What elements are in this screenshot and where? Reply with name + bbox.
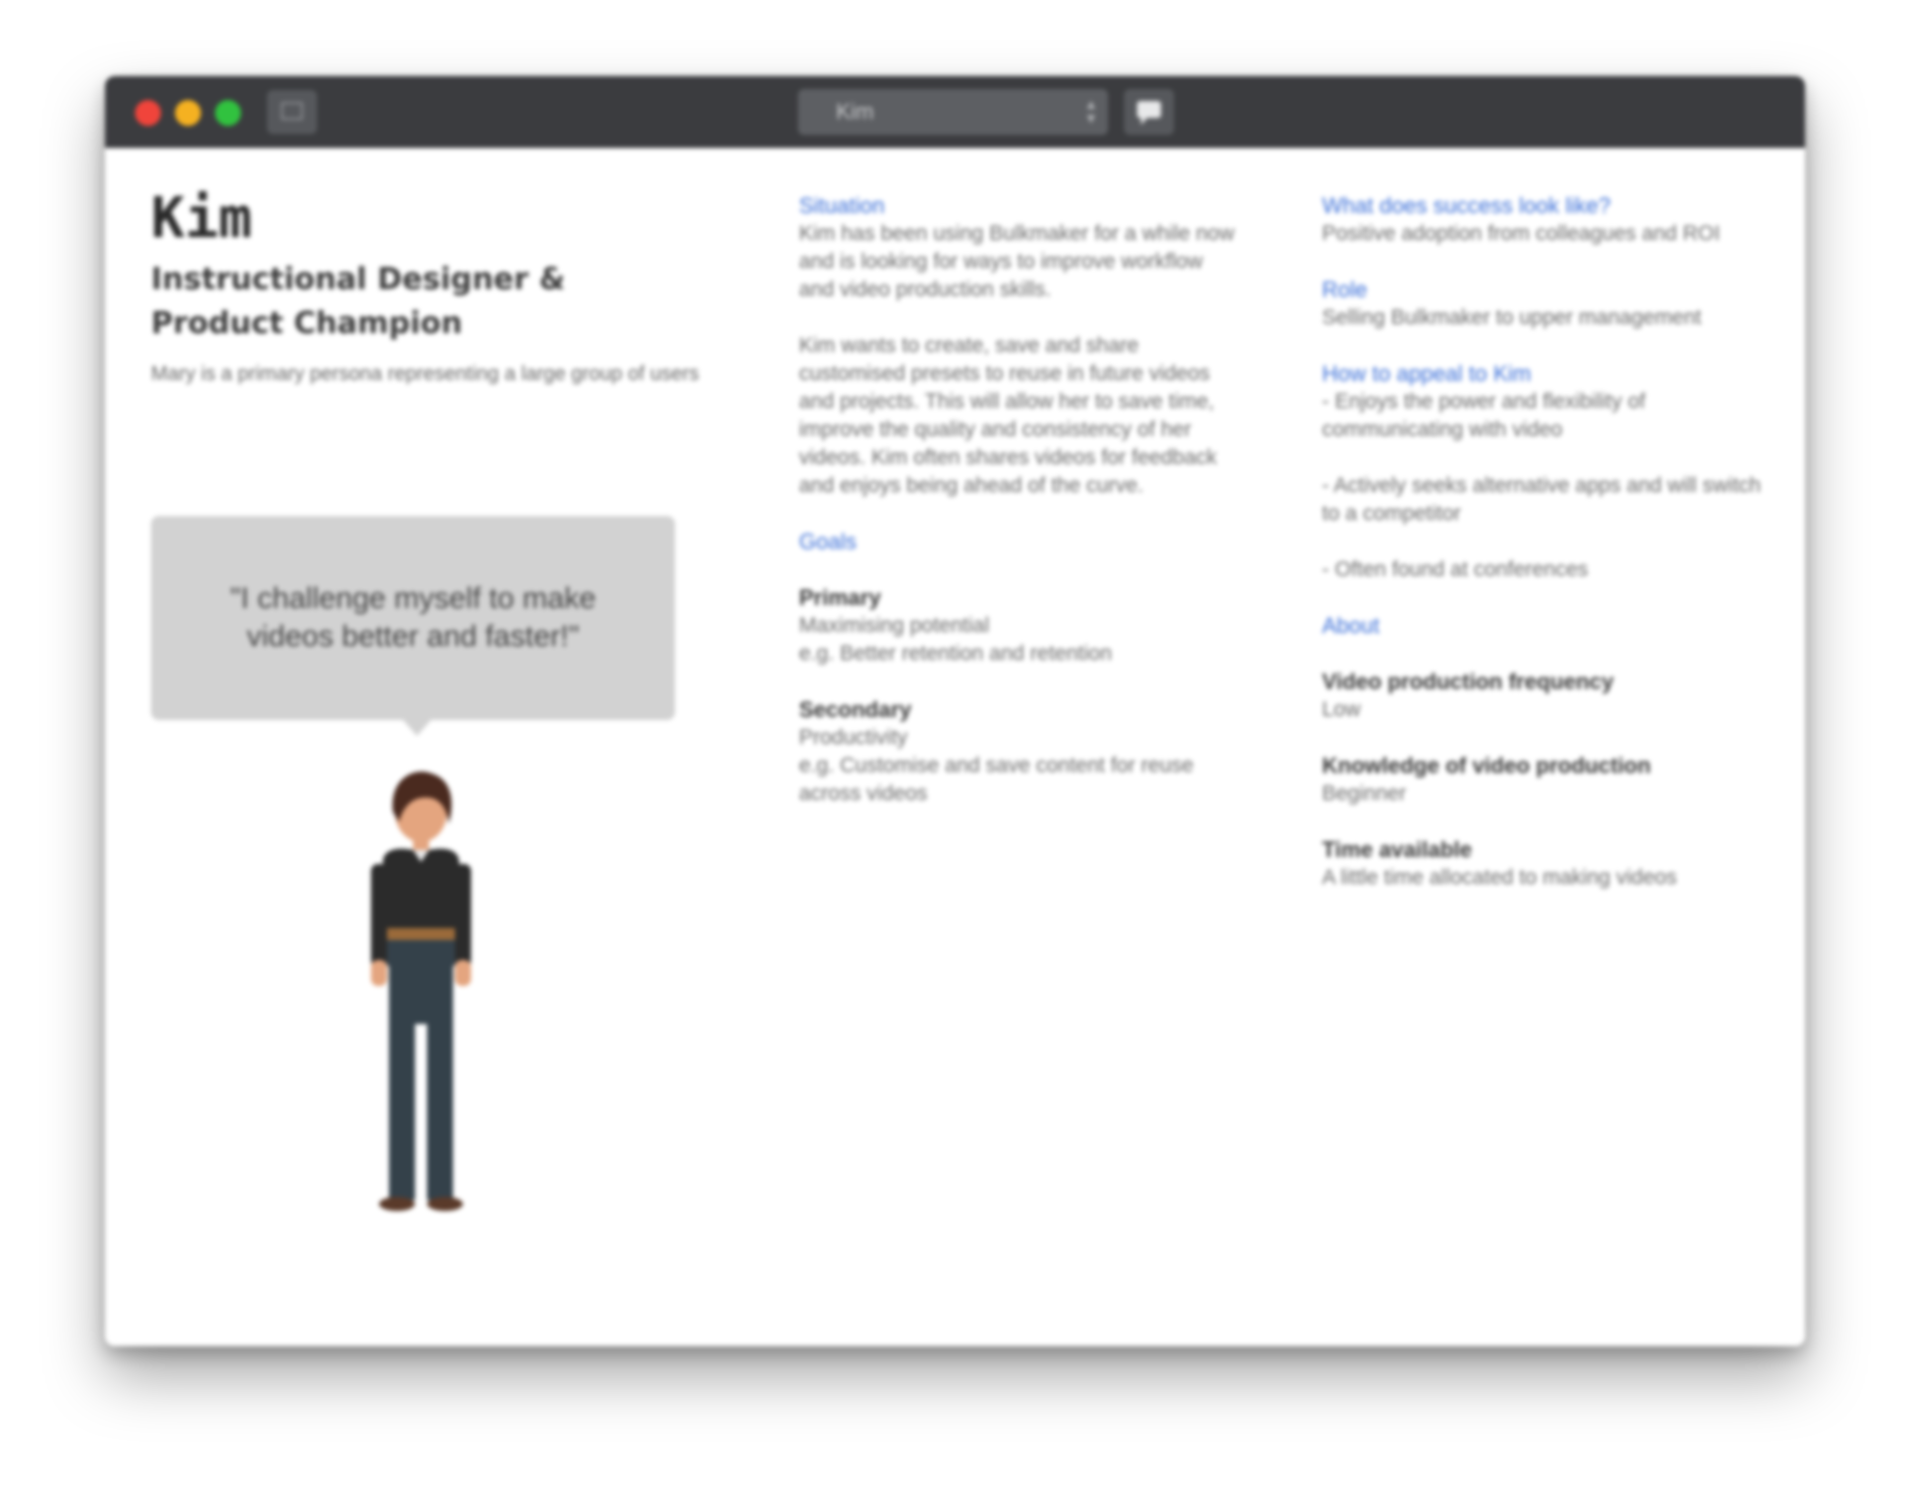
- secondary-goal-label: Secondary: [799, 697, 912, 722]
- quote-bubble-tail: [403, 720, 431, 736]
- frequency-value: Low: [1322, 698, 1361, 721]
- situation-paragraph-1: Kim has been using Bulkmaker for a while…: [799, 222, 1235, 301]
- sidebar-toggle-button[interactable]: [267, 90, 317, 134]
- goals-heading: Goals: [799, 529, 857, 554]
- middle-column: Situation Kim has been using Bulkmaker f…: [799, 192, 1239, 808]
- primary-goal-label: Primary: [799, 585, 881, 610]
- minimize-icon[interactable]: [175, 100, 201, 126]
- appeal-heading: How to appeal to Kim: [1322, 361, 1532, 386]
- frequency-label: Video production frequency: [1322, 669, 1614, 694]
- persona-description: Mary is a primary persona representing a…: [151, 363, 700, 385]
- persona-name: Kim: [151, 186, 253, 251]
- appeal-item: - Often found at conferences: [1322, 558, 1589, 581]
- document-name: Kim: [836, 99, 874, 124]
- knowledge-value: Beginner: [1322, 782, 1407, 805]
- document-selector[interactable]: Kim ▲ ▼: [798, 89, 1108, 135]
- sidebar-icon: [281, 102, 303, 120]
- persona-role: Instructional Designer & Product Champio…: [151, 262, 566, 341]
- situation-heading: Situation: [799, 193, 885, 218]
- comment-button[interactable]: [1124, 89, 1174, 135]
- desktop-background: Kim ▲ ▼ Kim Instructional Designer & Prod…: [0, 0, 1908, 1490]
- chevron-updown-icon: ▲ ▼: [1084, 96, 1098, 126]
- secondary-goal-example: e.g. Customise and save content for reus…: [799, 754, 1194, 805]
- about-heading: About: [1322, 613, 1380, 638]
- close-icon[interactable]: [135, 100, 161, 126]
- app-window: Kim ▲ ▼ Kim Instructional Designer & Prod…: [105, 76, 1805, 1346]
- role-heading: Role: [1322, 277, 1368, 302]
- secondary-goal-text: Productivity: [799, 726, 908, 749]
- primary-goal-text: Maximising potential: [799, 614, 990, 637]
- persona-header: Kim Instructional Designer & Product Cha…: [151, 188, 711, 388]
- primary-goal-example: e.g. Better retention and retention: [799, 642, 1112, 665]
- time-value: A little time allocated to making videos: [1322, 866, 1677, 889]
- quote-bubble: "I challenge myself to make videos bette…: [151, 516, 675, 720]
- title-bar: Kim ▲ ▼: [105, 76, 1805, 148]
- knowledge-label: Knowledge of video production: [1322, 753, 1651, 778]
- zoom-icon[interactable]: [215, 100, 241, 126]
- appeal-item: - Enjoys the power and flexibility of co…: [1322, 390, 1646, 441]
- time-label: Time available: [1322, 837, 1473, 862]
- appeal-item: - Actively seeks alternative apps and wi…: [1322, 474, 1761, 525]
- persona-quote: "I challenge myself to make videos bette…: [230, 582, 596, 653]
- comment-icon: [1137, 101, 1161, 125]
- success-heading: What does success look like?: [1322, 193, 1611, 218]
- persona-avatar: [371, 771, 471, 1211]
- persona-page: Kim Instructional Designer & Product Cha…: [105, 148, 1805, 1346]
- role-text: Selling Bulkmaker to upper management: [1322, 306, 1702, 329]
- situation-paragraph-2: Kim wants to create, save and share cust…: [799, 334, 1217, 497]
- right-column: What does success look like? Positive ad…: [1322, 192, 1772, 892]
- success-text: Positive adoption from colleagues and RO…: [1322, 222, 1721, 245]
